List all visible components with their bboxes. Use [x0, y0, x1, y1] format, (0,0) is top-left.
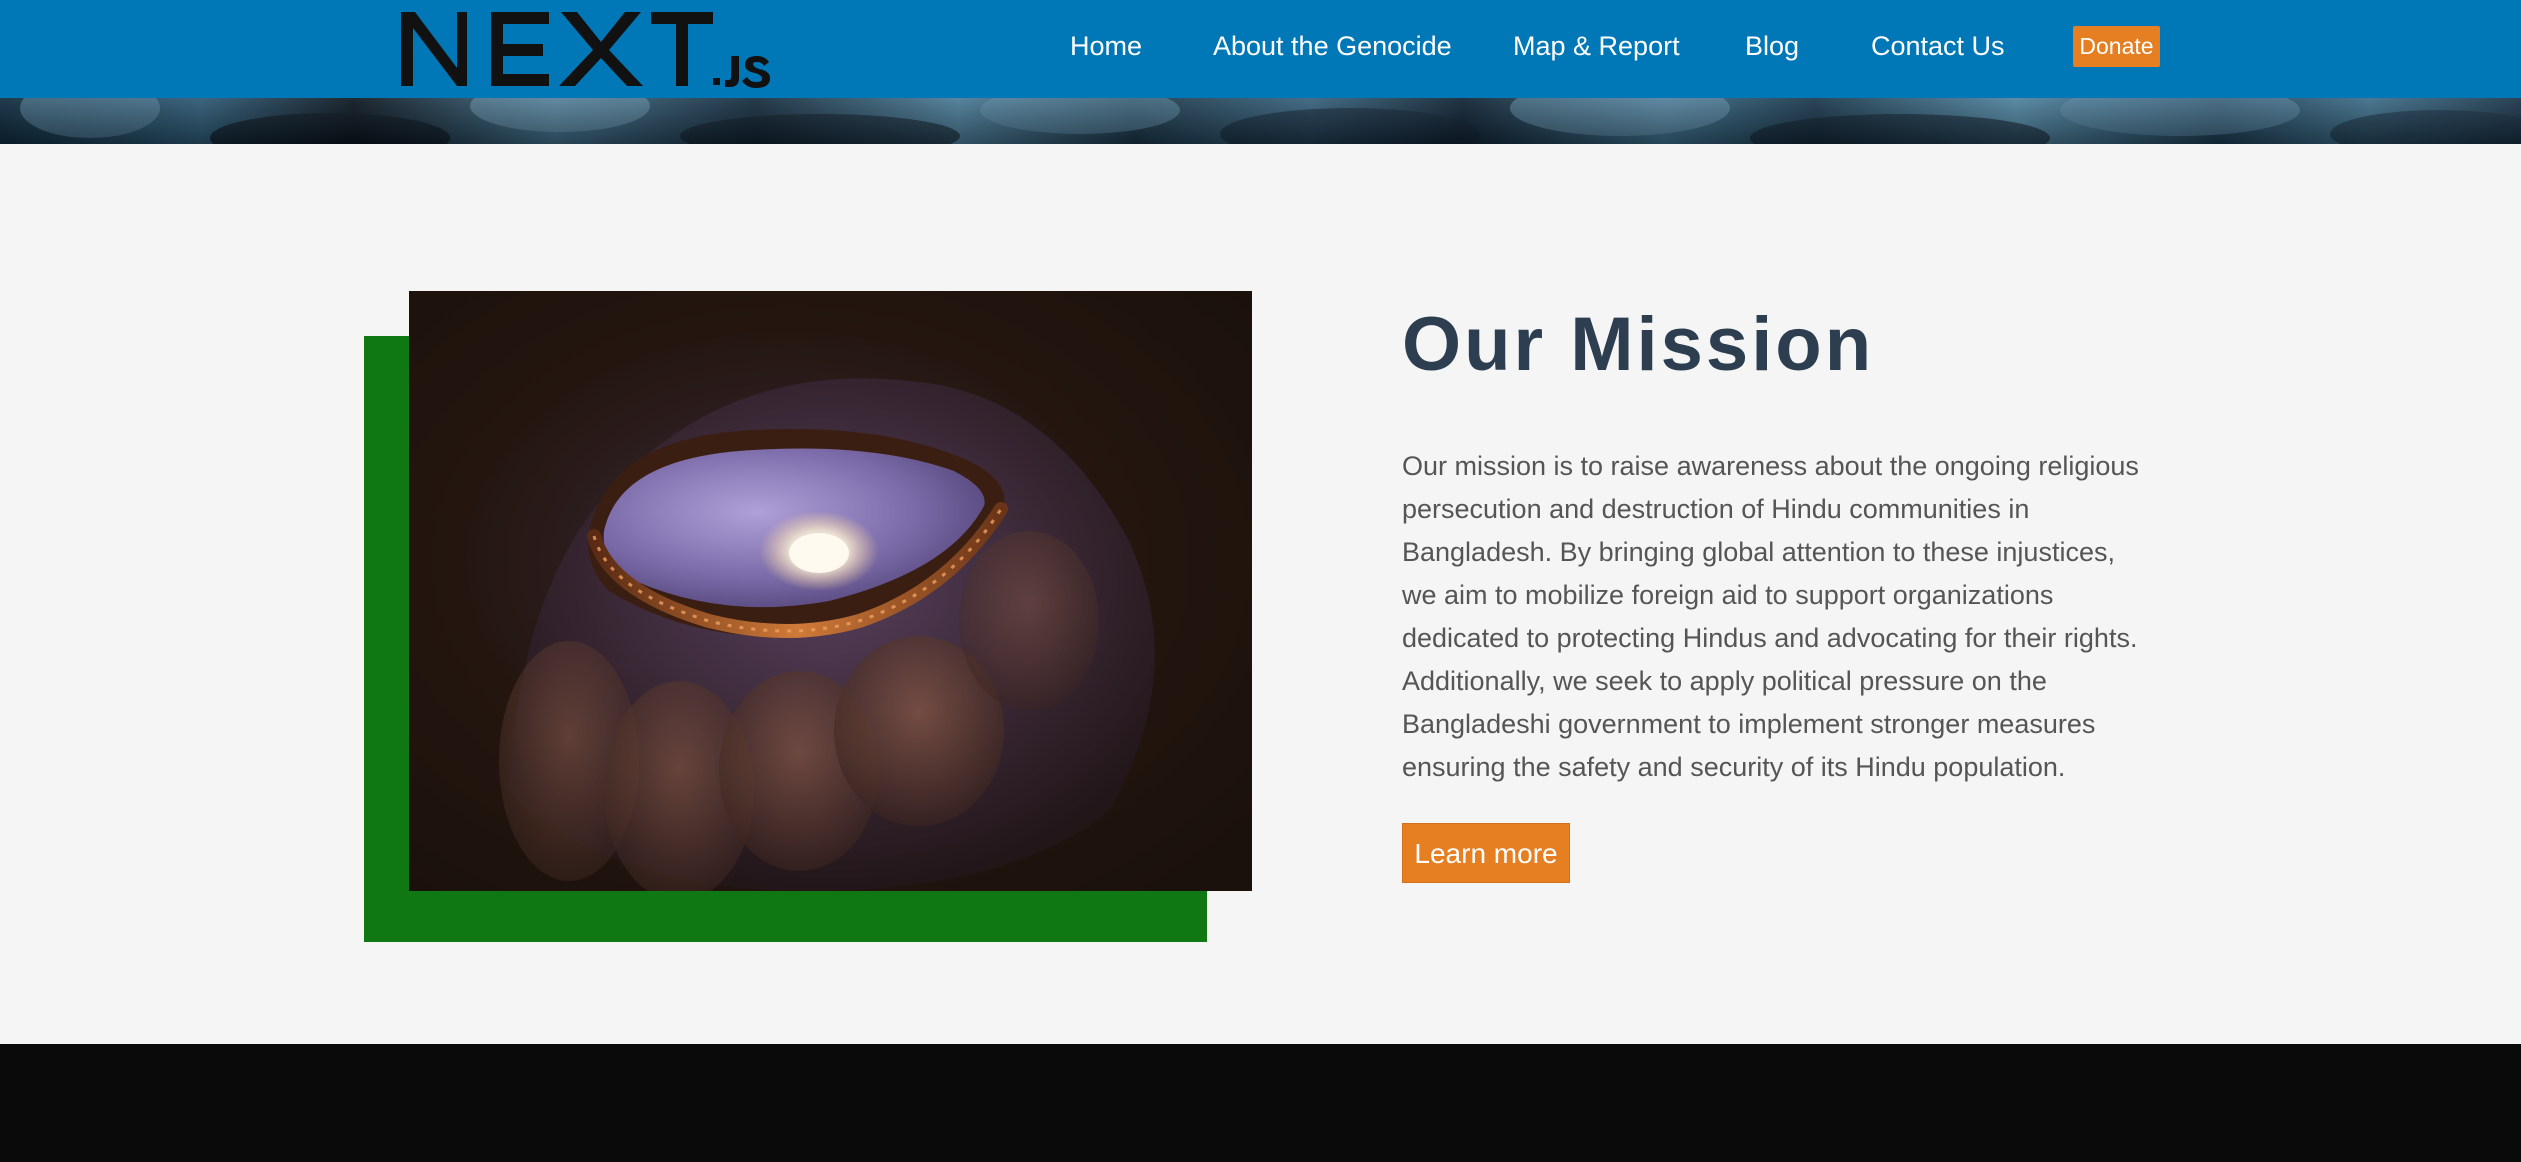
- site-header: Home About the Genocide Map & Report Blo…: [0, 0, 2521, 98]
- mission-description: Our mission is to raise awareness about …: [1402, 451, 2139, 782]
- learn-more-button[interactable]: Learn more: [1402, 823, 1570, 883]
- nav-blog[interactable]: Blog: [1745, 28, 1799, 64]
- mission-photo: [409, 291, 1252, 891]
- main-nav: Home About the Genocide Map & Report Blo…: [0, 0, 2521, 98]
- site-footer: [0, 1044, 2521, 1162]
- nav-map-report[interactable]: Map & Report: [1513, 28, 1680, 64]
- nav-contact-us[interactable]: Contact Us: [1871, 28, 2005, 64]
- donate-button[interactable]: Donate: [2073, 26, 2160, 67]
- nav-home[interactable]: Home: [1070, 28, 1142, 64]
- hero-shade: [0, 98, 2521, 144]
- nav-about-the-genocide[interactable]: About the Genocide: [1213, 28, 1452, 64]
- diya-lamp-icon: [409, 291, 1252, 891]
- mission-title: Our Mission: [1402, 302, 1875, 387]
- hero-banner-image: [0, 98, 2521, 144]
